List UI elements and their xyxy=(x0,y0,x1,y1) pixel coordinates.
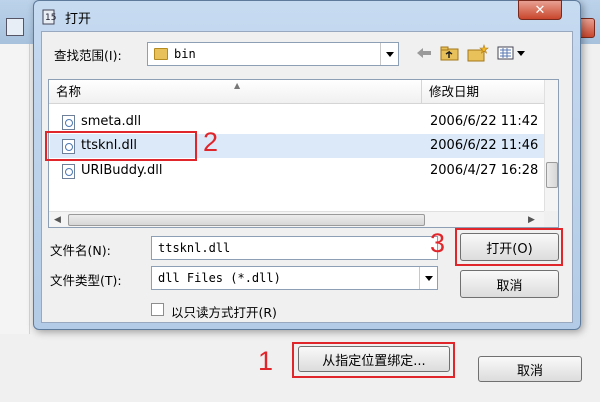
new-folder-icon[interactable] xyxy=(466,44,490,62)
chevron-down-icon[interactable] xyxy=(419,267,437,289)
dll-file-icon xyxy=(62,115,75,130)
annotation-box-2 xyxy=(45,131,197,161)
read-only-checkbox[interactable] xyxy=(151,303,164,316)
annotation-number-3: 3 xyxy=(430,228,446,258)
up-folder-icon[interactable] xyxy=(439,44,461,62)
file-date: 2006/6/22 11:42 xyxy=(430,114,539,129)
file-date: 2006/4/27 16:28 xyxy=(430,163,539,178)
folder-icon xyxy=(154,48,168,60)
annotation-box-3 xyxy=(455,228,563,266)
horizontal-scrollbar[interactable]: ◀ ▶ xyxy=(49,211,544,227)
file-row[interactable]: URIBuddy.dll 2006/4/27 16:28 xyxy=(50,159,544,183)
file-type-label: 文件类型(T): xyxy=(50,273,122,288)
vertical-scroll-thumb[interactable] xyxy=(546,162,558,188)
parent-cancel-button[interactable]: 取消 xyxy=(478,356,582,382)
sort-ascending-icon: ▲ xyxy=(234,81,241,90)
dialog-close-button[interactable]: ✕ xyxy=(518,0,562,20)
look-in-value: bin xyxy=(174,47,196,61)
dll-file-icon xyxy=(62,164,75,179)
annotation-number-1: 1 xyxy=(258,346,274,376)
chevron-down-icon[interactable] xyxy=(380,43,398,65)
read-only-label: 以只读方式打开(R) xyxy=(171,305,277,320)
column-date-header[interactable]: 修改日期 xyxy=(422,80,479,104)
scroll-left-icon[interactable]: ◀ xyxy=(54,215,61,225)
dialog-app-icon: 15 xyxy=(42,9,56,25)
scrollbar-corner xyxy=(544,211,558,227)
parent-left-panel xyxy=(0,44,30,344)
file-date: 2006/6/22 11:46 xyxy=(430,138,539,153)
parent-app-icon xyxy=(6,18,24,36)
back-arrow-icon[interactable] xyxy=(414,44,434,62)
file-name-input[interactable]: ttsknl.dll xyxy=(151,236,438,260)
file-name-label: 文件名(N): xyxy=(50,243,111,258)
cancel-button[interactable]: 取消 xyxy=(460,270,559,298)
file-type-value: dll Files (*.dll) xyxy=(158,271,281,285)
file-name: smeta.dll xyxy=(81,114,142,129)
file-name-value: ttsknl.dll xyxy=(158,241,231,255)
file-name: URIBuddy.dll xyxy=(81,163,163,178)
vertical-scrollbar[interactable] xyxy=(544,80,558,211)
dialog-title: 打开 xyxy=(65,12,92,27)
scroll-right-icon[interactable]: ▶ xyxy=(528,215,535,225)
column-name-header[interactable]: 名称 xyxy=(49,80,81,104)
file-type-select[interactable]: dll Files (*.dll) xyxy=(151,266,438,290)
look-in-combo[interactable]: bin xyxy=(147,42,399,66)
horizontal-scroll-thumb[interactable] xyxy=(68,214,425,226)
look-in-label: 查找范围(I): xyxy=(54,48,122,63)
column-header: 名称 ▲ 修改日期 xyxy=(49,80,544,104)
annotation-box-1 xyxy=(292,342,455,378)
annotation-number-2: 2 xyxy=(203,127,219,157)
view-menu-icon[interactable] xyxy=(496,44,530,62)
svg-text:15: 15 xyxy=(45,13,56,23)
